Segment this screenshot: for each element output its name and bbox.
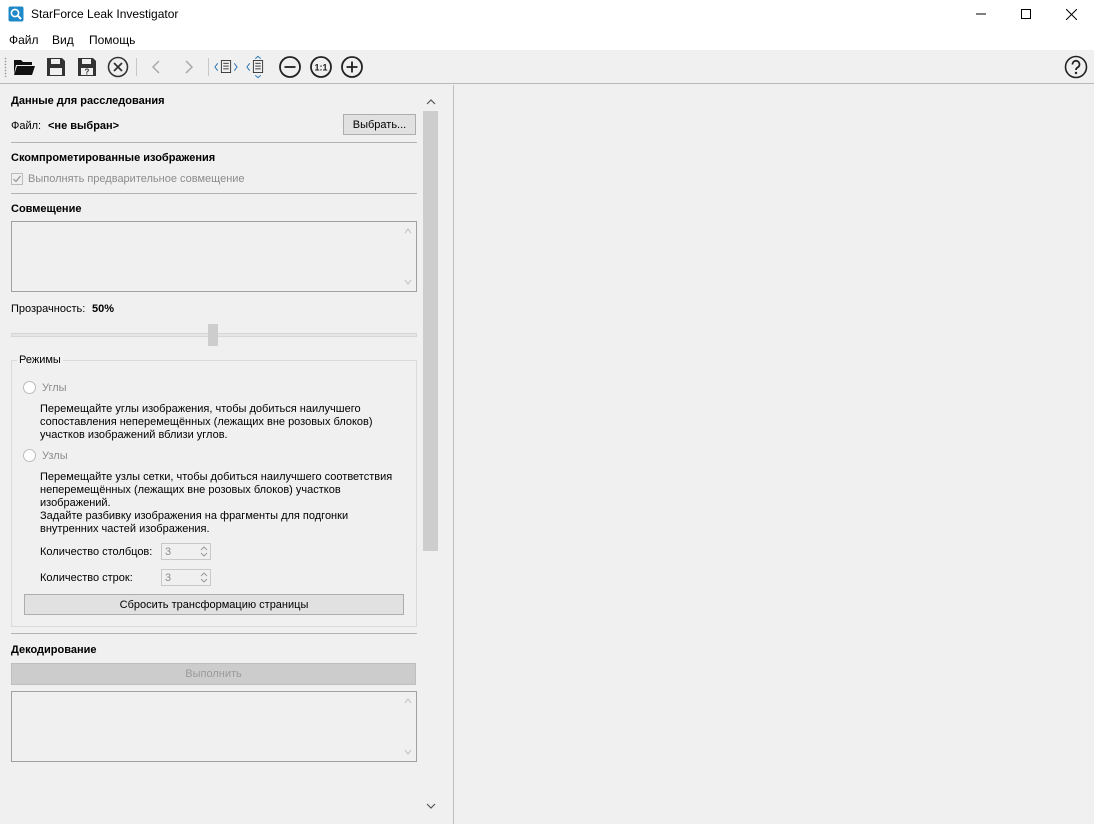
columns-spinbox[interactable]: 3 bbox=[161, 543, 211, 560]
prev-page-icon bbox=[214, 60, 238, 73]
decoding-title: Декодирование bbox=[11, 644, 97, 656]
fit-page-button[interactable] bbox=[246, 55, 270, 79]
columns-label: Количество столбцов: bbox=[40, 546, 153, 558]
run-decoding-button[interactable]: Выполнить bbox=[11, 663, 416, 685]
rows-spinbox[interactable]: 3 bbox=[161, 569, 211, 586]
checkmark-icon bbox=[13, 175, 22, 183]
menu-bar: Файл Вид Помощь bbox=[0, 28, 1094, 50]
file-value: <не выбран> bbox=[48, 120, 120, 132]
alignment-textarea[interactable] bbox=[11, 221, 417, 292]
scroll-up-icon[interactable] bbox=[403, 696, 413, 706]
corners-radio[interactable] bbox=[23, 381, 36, 394]
transparency-slider-thumb[interactable] bbox=[208, 324, 218, 346]
back-button[interactable] bbox=[144, 55, 168, 79]
transparency-value: 50% bbox=[92, 303, 115, 315]
columns-value: 3 bbox=[165, 546, 172, 558]
scrollbar-thumb[interactable] bbox=[423, 111, 438, 551]
maximize-button[interactable] bbox=[1003, 0, 1049, 28]
menu-view[interactable]: Вид bbox=[52, 33, 74, 47]
open-folder-icon bbox=[14, 60, 35, 75]
menu-help[interactable]: Помощь bbox=[89, 33, 135, 47]
choose-file-button[interactable]: Выбрать... bbox=[343, 114, 416, 135]
rows-label: Количество строк: bbox=[40, 572, 133, 584]
save-as-button[interactable]: ? bbox=[75, 55, 99, 79]
close-document-button[interactable] bbox=[106, 55, 130, 79]
menu-file[interactable]: Файл bbox=[9, 33, 39, 47]
toolbar-separator bbox=[208, 58, 209, 76]
save-as-icon: ? bbox=[78, 58, 96, 77]
spin-arrows-icon[interactable] bbox=[198, 544, 210, 559]
chevron-up-icon bbox=[426, 99, 435, 105]
modes-title: Режимы bbox=[17, 354, 63, 366]
rows-value: 3 bbox=[165, 572, 172, 584]
app-icon bbox=[8, 6, 24, 22]
title-bar: StarForce Leak Investigator bbox=[0, 0, 1094, 28]
close-icon bbox=[1065, 8, 1077, 20]
corners-description: Перемещайте углы изображения, чтобы доби… bbox=[40, 403, 373, 441]
forward-icon bbox=[185, 60, 194, 74]
nodes-description: Перемещайте узлы сетки, чтобы добиться н… bbox=[40, 471, 393, 509]
zoom-actual-button[interactable]: 1:1 bbox=[309, 55, 333, 79]
zoom-out-button[interactable] bbox=[278, 55, 302, 79]
spin-arrows-icon[interactable] bbox=[198, 570, 210, 585]
minimize-button[interactable] bbox=[958, 0, 1004, 28]
open-button[interactable] bbox=[12, 55, 36, 79]
nodes-label: Узлы bbox=[42, 450, 68, 462]
toolbar: ? 1:1 bbox=[0, 50, 1094, 84]
chevron-down-icon bbox=[426, 803, 435, 809]
nodes-description-2: Задайте разбивку изображения на фрагмент… bbox=[40, 510, 349, 535]
toolbar-grip[interactable] bbox=[4, 57, 7, 77]
back-icon bbox=[151, 60, 160, 74]
alignment-title: Совмещение bbox=[11, 203, 82, 215]
divider bbox=[11, 193, 417, 194]
help-icon bbox=[1064, 55, 1088, 79]
zoom-out-icon bbox=[279, 56, 301, 78]
fit-width-button[interactable] bbox=[214, 55, 238, 79]
corners-label: Углы bbox=[42, 382, 67, 394]
close-button[interactable] bbox=[1048, 0, 1094, 28]
reset-transform-button[interactable]: Сбросить трансформацию страницы bbox=[24, 594, 404, 615]
minimize-icon bbox=[976, 13, 986, 15]
help-button[interactable] bbox=[1064, 55, 1088, 79]
nodes-radio[interactable] bbox=[23, 449, 36, 462]
divider bbox=[11, 633, 417, 634]
zoom-actual-label: 1:1 bbox=[314, 63, 327, 73]
zoom-in-button[interactable] bbox=[340, 55, 364, 79]
scroll-down-button[interactable] bbox=[424, 799, 437, 813]
zoom-actual-icon: 1:1 bbox=[310, 56, 332, 78]
scroll-up-icon[interactable] bbox=[403, 226, 413, 236]
file-label: Файл: bbox=[11, 120, 42, 132]
compromised-title: Скомпрометированные изображения bbox=[11, 152, 216, 164]
next-page-icon bbox=[246, 55, 264, 79]
transparency-label: Прозрачность: bbox=[11, 303, 86, 315]
window-title: StarForce Leak Investigator bbox=[31, 7, 179, 21]
decoding-textarea[interactable] bbox=[11, 691, 417, 762]
prealign-label: Выполнять предварительное совмещение bbox=[28, 173, 245, 185]
scroll-up-button[interactable] bbox=[424, 95, 437, 109]
svg-text:?: ? bbox=[85, 68, 90, 77]
scroll-down-icon[interactable] bbox=[403, 747, 413, 757]
investigation-title: Данные для расследования bbox=[11, 95, 165, 107]
zoom-in-icon bbox=[341, 56, 363, 78]
divider bbox=[11, 142, 417, 143]
panel-scrollbar[interactable] bbox=[422, 85, 439, 824]
close-doc-icon bbox=[107, 56, 129, 78]
image-view-area[interactable] bbox=[454, 85, 1094, 824]
toolbar-separator bbox=[136, 58, 137, 76]
save-icon bbox=[47, 58, 65, 76]
forward-button[interactable] bbox=[177, 55, 201, 79]
maximize-icon bbox=[1021, 9, 1031, 19]
save-button[interactable] bbox=[44, 55, 68, 79]
prealign-checkbox[interactable] bbox=[11, 173, 23, 185]
scroll-down-icon[interactable] bbox=[403, 277, 413, 287]
